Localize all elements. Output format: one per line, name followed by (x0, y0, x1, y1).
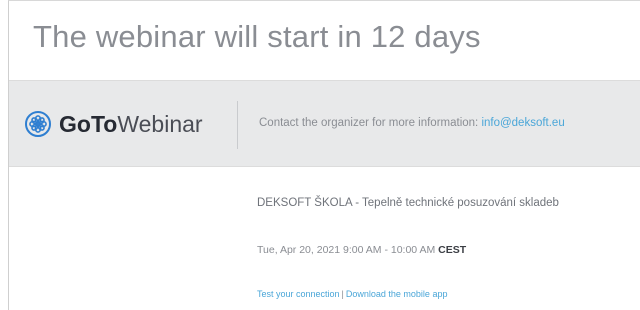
header-divider (237, 101, 238, 149)
webinar-frame: The webinar will start in 12 days GoToWe… (8, 0, 640, 310)
test-connection-link[interactable]: Test your connection (257, 289, 340, 299)
logo-wordmark: GoToWebinar (59, 111, 203, 138)
event-timezone: CEST (438, 244, 467, 256)
event-name: DEKSOFT ŠKOLA - Tepelně technické posuzo… (257, 197, 559, 209)
event-time: Tue, Apr 20, 2021 9:00 AM - 10:00 AM CES… (257, 244, 466, 256)
download-app-link[interactable]: Download the mobile app (346, 289, 448, 299)
contact-text: Contact the organizer for more informati… (259, 117, 482, 129)
contact-email-link[interactable]: info@deksoft.eu (481, 117, 564, 129)
helper-links: Test your connection | Download the mobile… (257, 289, 447, 299)
contact-line: Contact the organizer for more informati… (259, 117, 565, 129)
link-separator: | (341, 289, 344, 299)
logo-goto-text: GoTo (59, 110, 118, 137)
logo-webinar-text: Webinar (117, 110, 203, 137)
header-band: GoToWebinar Contact the organizer for mo… (9, 80, 640, 167)
gotowebinar-logo: GoToWebinar (25, 109, 203, 139)
title-bar: The webinar will start in 12 days (9, 1, 640, 79)
page-title: The webinar will start in 12 days (33, 19, 481, 54)
gotowebinar-flower-icon (25, 111, 51, 137)
event-time-text: Tue, Apr 20, 2021 9:00 AM - 10:00 AM (257, 244, 439, 256)
